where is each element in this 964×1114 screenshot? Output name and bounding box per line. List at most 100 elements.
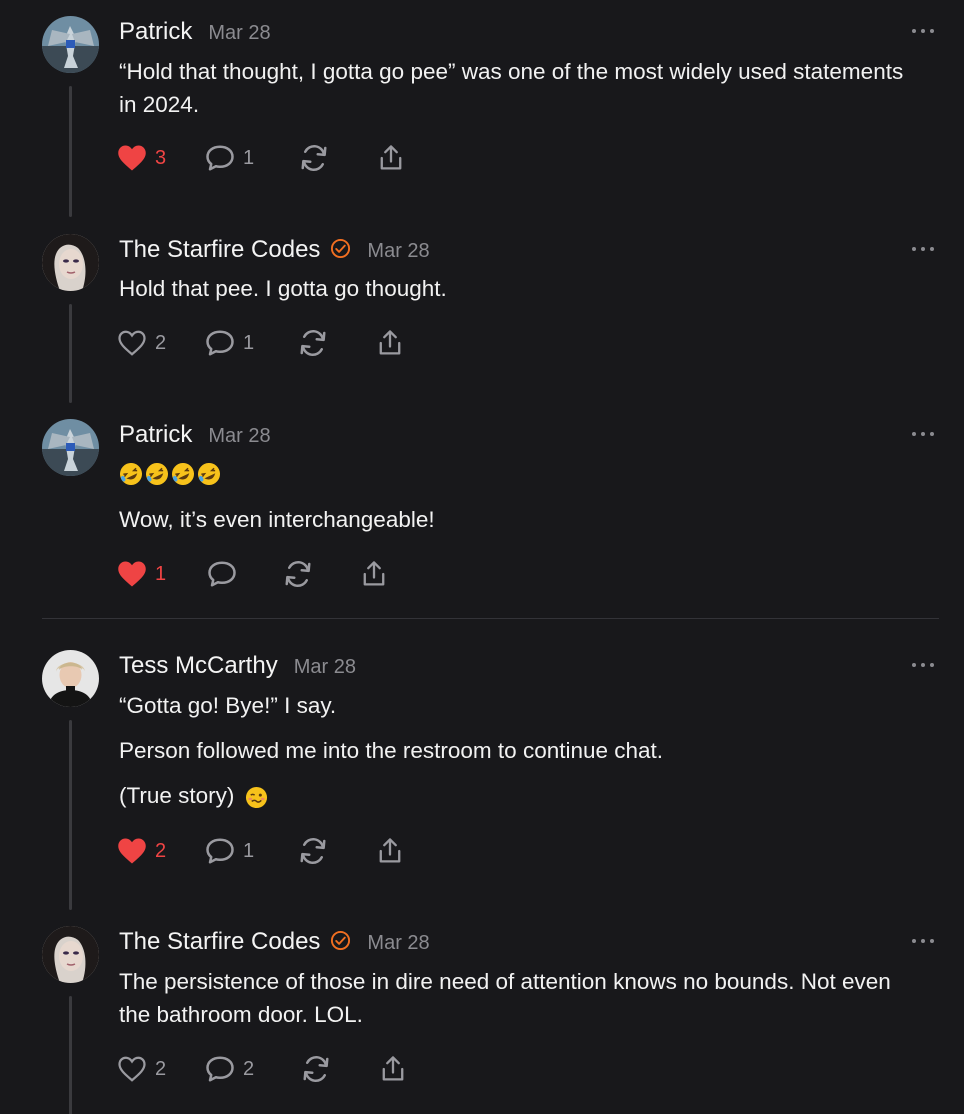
share-button[interactable] bbox=[379, 1052, 407, 1086]
comment-post: The Starfire Codes Mar 28 The persistenc… bbox=[0, 912, 964, 1114]
more-options-icon[interactable] bbox=[912, 939, 934, 945]
laughing-emoji-icon bbox=[146, 463, 168, 485]
comment-post: Patrick Mar 28 “Hold that thought, I got… bbox=[0, 0, 964, 220]
post-paragraph: The persistence of those in dire need of… bbox=[119, 969, 891, 1027]
restack-icon bbox=[285, 561, 311, 587]
post-text: Wow, it’s even interchangeable! bbox=[119, 457, 919, 536]
thread-line bbox=[69, 86, 72, 217]
comment-icon bbox=[206, 838, 234, 864]
restack-button[interactable] bbox=[301, 1052, 331, 1086]
comment-button[interactable] bbox=[207, 557, 237, 591]
laughing-emoji-icon bbox=[198, 463, 220, 485]
post-paragraph: (True story) bbox=[119, 783, 235, 808]
restack-icon bbox=[300, 330, 326, 356]
post-header: The Starfire Codes Mar 28 bbox=[119, 928, 430, 956]
share-icon bbox=[363, 561, 385, 586]
comment-icon bbox=[206, 145, 234, 171]
action-bar: 3 1 bbox=[117, 141, 437, 175]
like-button[interactable]: 2 bbox=[117, 326, 166, 360]
comment-count: 2 bbox=[243, 1057, 255, 1080]
post-date[interactable]: Mar 28 bbox=[367, 932, 429, 955]
like-count: 2 bbox=[155, 839, 167, 862]
avatar[interactable] bbox=[42, 926, 99, 983]
author-name[interactable]: The Starfire Codes bbox=[119, 236, 320, 264]
post-header: Patrick Mar 28 bbox=[119, 421, 271, 449]
laughing-emoji-icon bbox=[120, 463, 142, 485]
action-bar: 2 1 bbox=[117, 326, 437, 360]
avatar[interactable] bbox=[42, 16, 99, 73]
author-name[interactable]: Patrick bbox=[119, 421, 192, 449]
more-options-icon[interactable] bbox=[912, 432, 934, 438]
heart-filled-icon bbox=[118, 561, 146, 587]
heart-filled-icon bbox=[118, 145, 146, 171]
emoji-line bbox=[119, 457, 919, 491]
like-count: 2 bbox=[155, 1057, 167, 1080]
comment-icon bbox=[206, 1056, 234, 1082]
woozy-face-icon bbox=[245, 786, 267, 808]
post-header: The Starfire Codes Mar 28 bbox=[119, 236, 430, 264]
post-paragraph: Wow, it’s even interchangeable! bbox=[119, 507, 435, 532]
action-bar: 2 2 bbox=[117, 1052, 437, 1086]
restack-icon bbox=[301, 145, 327, 171]
post-date[interactable]: Mar 28 bbox=[367, 240, 429, 263]
comment-icon bbox=[206, 330, 234, 356]
comment-count: 1 bbox=[243, 146, 255, 169]
author-name[interactable]: Tess McCarthy bbox=[119, 652, 278, 680]
thread-divider bbox=[42, 618, 939, 619]
like-button[interactable]: 2 bbox=[117, 1052, 166, 1086]
action-bar: 1 bbox=[117, 557, 437, 591]
share-button[interactable] bbox=[377, 141, 405, 175]
like-button[interactable]: 2 bbox=[117, 834, 166, 868]
author-name[interactable]: The Starfire Codes bbox=[119, 928, 320, 956]
like-count: 3 bbox=[155, 146, 167, 169]
author-name[interactable]: Patrick bbox=[119, 18, 192, 46]
share-icon bbox=[382, 1056, 404, 1081]
share-icon bbox=[379, 330, 401, 355]
post-text: Hold that pee. I gotta go thought. bbox=[119, 272, 919, 305]
post-paragraph: Hold that pee. I gotta go thought. bbox=[119, 276, 447, 301]
share-icon bbox=[380, 145, 402, 170]
post-date[interactable]: Mar 28 bbox=[208, 22, 270, 45]
comment-button[interactable]: 1 bbox=[205, 141, 254, 175]
post-date[interactable]: Mar 28 bbox=[294, 656, 356, 679]
more-options-icon[interactable] bbox=[912, 663, 934, 669]
thread-line bbox=[69, 304, 72, 403]
more-options-icon[interactable] bbox=[912, 247, 934, 253]
share-icon bbox=[379, 838, 401, 863]
share-button[interactable] bbox=[360, 557, 388, 591]
restack-button[interactable] bbox=[283, 557, 313, 591]
comment-button[interactable]: 1 bbox=[205, 326, 254, 360]
post-paragraph-with-emoji: (True story) bbox=[119, 779, 919, 812]
avatar[interactable] bbox=[42, 234, 99, 291]
restack-icon bbox=[303, 1056, 329, 1082]
share-button[interactable] bbox=[376, 326, 404, 360]
restack-icon bbox=[300, 838, 326, 864]
post-text: “Hold that thought, I gotta go pee” was … bbox=[119, 55, 919, 121]
verified-badge-icon bbox=[331, 238, 351, 259]
like-button[interactable]: 3 bbox=[117, 141, 166, 175]
post-paragraph: Person followed me into the restroom to … bbox=[119, 738, 664, 763]
restack-button[interactable] bbox=[298, 326, 328, 360]
more-options-icon[interactable] bbox=[912, 29, 934, 35]
post-text: The persistence of those in dire need of… bbox=[119, 965, 919, 1031]
avatar[interactable] bbox=[42, 650, 99, 707]
comment-button[interactable]: 1 bbox=[205, 834, 254, 868]
comment-icon bbox=[208, 561, 236, 587]
like-button[interactable]: 1 bbox=[117, 557, 166, 591]
post-header: Patrick Mar 28 bbox=[119, 18, 271, 46]
post-date[interactable]: Mar 28 bbox=[208, 425, 270, 448]
comment-post: Patrick Mar 28 Wow, it’s even interchang… bbox=[0, 405, 964, 620]
post-paragraph: “Hold that thought, I gotta go pee” was … bbox=[119, 59, 904, 117]
laughing-emoji-icon bbox=[172, 463, 194, 485]
share-button[interactable] bbox=[376, 834, 404, 868]
restack-button[interactable] bbox=[298, 834, 328, 868]
like-count: 2 bbox=[155, 331, 167, 354]
post-paragraph: “Gotta go! Bye!” I say. bbox=[119, 693, 337, 718]
heart-outline-icon bbox=[118, 330, 146, 356]
avatar[interactable] bbox=[42, 419, 99, 476]
restack-button[interactable] bbox=[299, 141, 329, 175]
comment-button[interactable]: 2 bbox=[205, 1052, 254, 1086]
heart-outline-icon bbox=[118, 1056, 146, 1082]
comment-post: Tess McCarthy Mar 28 “Gotta go! Bye!” I … bbox=[0, 636, 964, 910]
thread-line bbox=[69, 720, 72, 910]
